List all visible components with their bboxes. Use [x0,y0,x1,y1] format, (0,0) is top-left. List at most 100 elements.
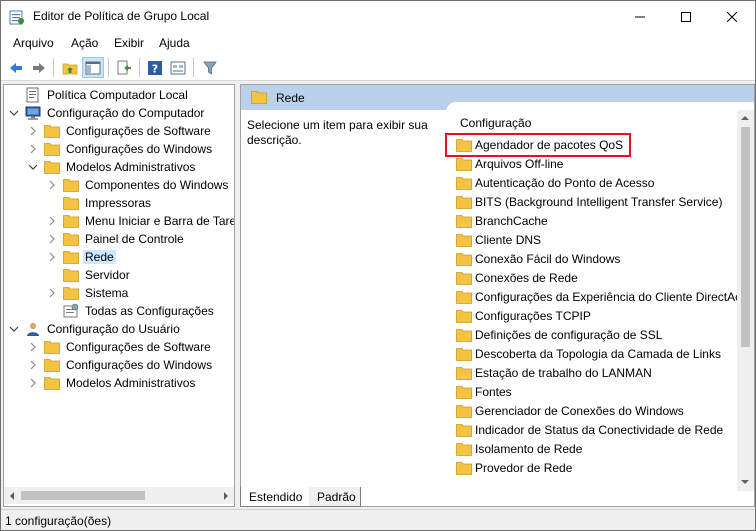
scroll-left-icon [10,492,14,500]
svg-text:?: ? [152,62,158,75]
tree-scroll-thumb[interactable] [21,491,145,500]
setting-item-configuracoes-tcpip[interactable]: Configurações TCPIP [456,306,591,325]
setting-item-label: Estação de trabalho do LANMAN [475,365,652,380]
menu-ajuda[interactable]: Ajuda [159,36,190,50]
export-list-button[interactable] [113,57,135,78]
tree-horizontal-scrollbar[interactable] [4,487,234,504]
setting-item-label: BITS (Background Intelligent Transfer Se… [475,194,723,209]
setting-item-indicador-de-status-da-conectividade-de-rede[interactable]: Indicador de Status da Conectividade de … [456,420,723,439]
up-folder-icon [62,63,78,74]
chevron-down-icon[interactable] [8,107,20,119]
chevron-right-icon[interactable] [46,287,58,299]
setting-item-branchcache[interactable]: BranchCache [456,211,548,230]
tree-item-configuracoes-do-windows[interactable]: Configurações do Windows [27,140,214,158]
filter-button[interactable] [199,57,221,78]
properties-view-button[interactable] [167,57,189,78]
folder-icon [456,308,472,324]
setting-item-descoberta-da-topologia-da-camada-de-links[interactable]: Descoberta da Topologia da Camada de Lin… [456,344,721,363]
policy-document-icon [25,87,41,103]
details-scroll-thumb[interactable] [741,127,750,347]
tree-item-modelos-administrativos[interactable]: Modelos Administrativos [27,158,197,176]
chevron-right-icon[interactable] [46,233,58,245]
forward-button[interactable] [28,57,50,78]
details-vertical-scrollbar[interactable] [737,110,754,491]
show-hide-tree-button[interactable] [82,57,104,78]
tree-item-configuracao-do-computador[interactable]: Configuração do Computador [8,104,206,122]
tree-item-configuracao-do-usuario[interactable]: Configuração do Usuário [8,320,182,338]
tree-item-configuracoes-do-windows[interactable]: Configurações do Windows [27,356,214,374]
tree-item-label: Configurações de Software [66,124,211,138]
setting-item-label: BranchCache [475,213,548,228]
chevron-right-icon[interactable] [46,215,58,227]
tree-item-impressoras[interactable]: Impressoras [46,194,153,212]
tree-item-servidor[interactable]: Servidor [46,266,132,284]
folder-icon [456,365,472,381]
column-header-configuracao[interactable]: Configuração [460,116,531,130]
up-one-level-button[interactable] [59,57,81,78]
tree-item-configuracoes-de-software[interactable]: Configurações de Software [27,122,213,140]
menu-acao[interactable]: Ação [71,36,98,50]
tree-item-rede[interactable]: Rede [46,248,116,266]
minimize-button[interactable] [617,1,663,32]
maximize-icon [681,11,691,22]
tree-item-todas-as-configuracoes[interactable]: Todas as Configurações [46,302,216,320]
chevron-down-icon[interactable] [8,323,20,335]
chevron-right-icon[interactable] [27,359,39,371]
maximize-button[interactable] [663,1,709,32]
setting-item-definicoes-de-configuracao-de-ssl[interactable]: Definições de configuração de SSL [456,325,662,344]
setting-item-label: Gerenciador de Conexões do Windows [475,403,684,418]
folder-icon [63,267,79,283]
tree-item-label: Configurações do Windows [66,358,213,372]
tree-item-label: Rede [83,250,116,264]
export-list-icon [117,60,131,74]
user-icon [25,321,41,337]
tree-item-label: Modelos Administrativos [66,160,196,174]
title-bar: Editor de Política de Grupo Local [1,1,755,32]
setting-item-conexao-facil-do-windows[interactable]: Conexão Fácil do Windows [456,249,620,268]
folder-icon [456,460,472,476]
tree-item-modelos-administrativos[interactable]: Modelos Administrativos [27,374,197,392]
tree-item-painel-de-controle[interactable]: Painel de Controle [46,230,186,248]
setting-item-gerenciador-de-conexoes-do-windows[interactable]: Gerenciador de Conexões do Windows [456,401,684,420]
window-title: Editor de Política de Grupo Local [33,9,210,23]
setting-item-label: Isolamento de Rede [475,441,583,456]
chevron-right-icon[interactable] [46,251,58,263]
chevron-down-icon[interactable] [27,161,39,173]
setting-item-configuracoes-da-experiencia-do-cliente-directac[interactable]: Configurações da Experiência do Cliente … [456,287,741,306]
folder-icon [456,232,472,248]
setting-item-conexoes-de-rede[interactable]: Conexões de Rede [456,268,578,287]
chevron-right-icon[interactable] [27,377,39,389]
setting-item-autenticacao-do-ponto-de-acesso[interactable]: Autenticação do Ponto de Acesso [456,173,654,192]
menu-arquivo[interactable]: Arquivo [13,36,54,50]
tab-padrao[interactable]: Padrão [309,487,361,507]
folder-icon [44,159,60,175]
tree-pane[interactable]: Política Computador Local Configuração do… [3,84,235,507]
setting-item-cliente-dns[interactable]: Cliente DNS [456,230,541,249]
back-button[interactable] [5,57,27,78]
setting-item-isolamento-de-rede[interactable]: Isolamento de Rede [456,439,582,458]
close-button[interactable] [709,1,755,32]
setting-item-provedor-de-rede[interactable]: Provedor de Rede [456,458,572,477]
tree-item-politica-computador-local[interactable]: Política Computador Local [8,86,190,104]
chevron-right-icon[interactable] [46,179,58,191]
folder-icon [456,251,472,267]
setting-item-bits-background-intelligent-transfer-service[interactable]: BITS (Background Intelligent Transfer Se… [456,192,722,211]
tree-item-sistema[interactable]: Sistema [46,284,130,302]
menu-exibir[interactable]: Exibir [114,36,144,50]
tree-item-menu-iniciar-e-barra-de-taref[interactable]: Menu Iniciar e Barra de Taref [46,212,234,230]
tab-estendido[interactable]: Estendido [240,487,310,507]
chevron-right-icon[interactable] [27,143,39,155]
tree-item-componentes-do-windows[interactable]: Componentes do Windows [46,176,230,194]
setting-item-estacao-de-trabalho-do-lanman[interactable]: Estação de trabalho do LANMAN [456,363,652,382]
setting-item-label: Autenticação do Ponto de Acesso [475,175,655,190]
help-button[interactable]: ? [144,57,166,78]
folder-icon [456,327,472,343]
setting-item-fontes[interactable]: Fontes [456,382,512,401]
chevron-right-icon[interactable] [27,341,39,353]
folder-icon [456,403,472,419]
app-icon [9,9,25,25]
chevron-right-icon[interactable] [27,125,39,137]
tree-item-configuracoes-de-software[interactable]: Configurações de Software [27,338,213,356]
